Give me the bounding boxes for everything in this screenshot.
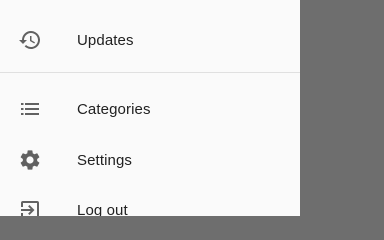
gear-icon (18, 148, 42, 172)
drawer-item-updates[interactable]: Updates (0, 16, 300, 64)
logout-icon (18, 198, 42, 216)
drawer-scrim[interactable] (300, 0, 384, 216)
drawer-item-categories[interactable]: Categories (0, 85, 300, 133)
drawer-item-logout[interactable]: Log out (0, 186, 300, 216)
drawer-divider (0, 72, 300, 73)
drawer-item-settings[interactable]: Settings (0, 136, 300, 184)
navigation-drawer: Updates Categories Settings Log out (0, 0, 300, 216)
drawer-item-label: Categories (77, 100, 151, 118)
list-icon (18, 97, 42, 121)
drawer-item-label: Settings (77, 151, 132, 169)
drawer-item-label: Updates (77, 31, 134, 49)
history-icon (18, 28, 42, 52)
drawer-item-label: Log out (77, 201, 128, 217)
